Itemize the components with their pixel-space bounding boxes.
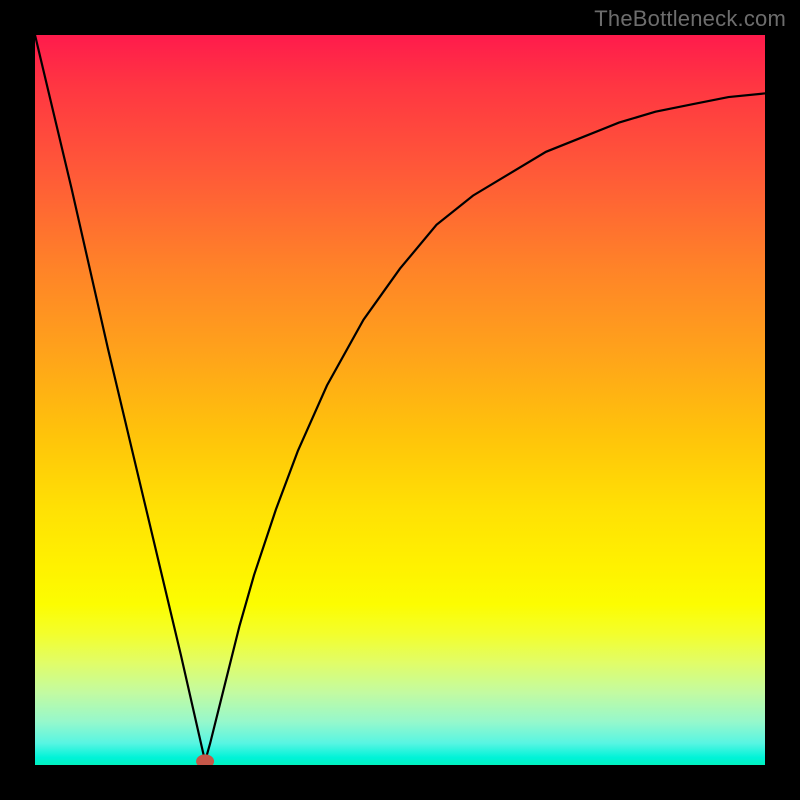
minimum-marker xyxy=(196,754,214,765)
watermark-text: TheBottleneck.com xyxy=(594,6,786,32)
bottleneck-curve-line xyxy=(35,35,765,761)
chart-svg xyxy=(35,35,765,765)
chart-area xyxy=(35,35,765,765)
